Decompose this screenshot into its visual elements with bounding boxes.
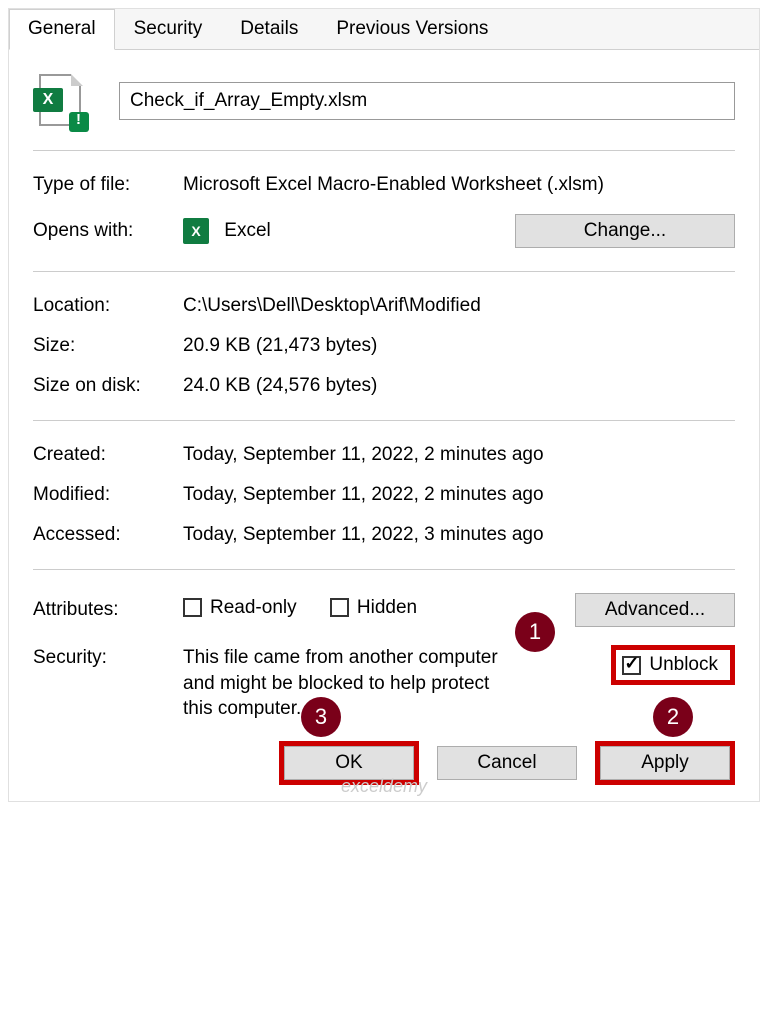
tab-previous-versions[interactable]: Previous Versions xyxy=(317,9,507,49)
readonly-label: Read-only xyxy=(210,597,297,619)
unblock-label: Unblock xyxy=(649,654,718,676)
modified-value: Today, September 11, 2022, 2 minutes ago xyxy=(183,484,735,506)
readonly-checkbox[interactable] xyxy=(183,598,202,617)
location-label: Location: xyxy=(33,295,183,317)
size-on-disk-label: Size on disk: xyxy=(33,375,183,397)
tab-strip: General Security Details Previous Versio… xyxy=(9,9,759,50)
cancel-button[interactable]: Cancel xyxy=(437,746,577,780)
size-on-disk-value: 24.0 KB (24,576 bytes) xyxy=(183,375,735,397)
type-of-file-label: Type of file: xyxy=(33,174,183,196)
excel-app-icon: X xyxy=(183,218,209,244)
tab-content: X Check_if_Array_Empty.xlsm Type of file… xyxy=(9,50,759,741)
size-value: 20.9 KB (21,473 bytes) xyxy=(183,335,735,357)
advanced-button[interactable]: Advanced... xyxy=(575,593,735,627)
modified-label: Modified: xyxy=(33,484,183,506)
type-of-file-value: Microsoft Excel Macro-Enabled Worksheet … xyxy=(183,174,735,196)
dialog-footer: 3 OK Cancel 2 Apply xyxy=(9,741,759,801)
annotation-badge-2: 2 xyxy=(653,697,693,737)
excel-file-icon: X xyxy=(33,72,91,130)
tab-general[interactable]: General xyxy=(9,9,115,50)
opens-with-app: Excel xyxy=(224,220,270,241)
accessed-label: Accessed: xyxy=(33,524,183,546)
opens-with-value: X Excel xyxy=(183,218,515,244)
properties-dialog: General Security Details Previous Versio… xyxy=(8,8,760,802)
change-button[interactable]: Change... xyxy=(515,214,735,248)
accessed-value: Today, September 11, 2022, 3 minutes ago xyxy=(183,524,735,546)
attributes-label: Attributes: xyxy=(33,599,183,621)
created-label: Created: xyxy=(33,444,183,466)
annotation-badge-1: 1 xyxy=(515,612,555,652)
size-label: Size: xyxy=(33,335,183,357)
annotation-badge-3: 3 xyxy=(301,697,341,737)
location-value: C:\Users\Dell\Desktop\Arif\Modified xyxy=(183,295,735,317)
apply-button[interactable]: Apply xyxy=(600,746,730,780)
created-value: Today, September 11, 2022, 2 minutes ago xyxy=(183,444,735,466)
unblock-checkbox[interactable] xyxy=(622,656,641,675)
ok-button[interactable]: OK xyxy=(284,746,414,780)
unblock-highlight: Unblock xyxy=(611,645,735,685)
tab-security[interactable]: Security xyxy=(115,9,222,49)
tab-details[interactable]: Details xyxy=(221,9,317,49)
filename-input[interactable]: Check_if_Array_Empty.xlsm xyxy=(119,82,735,120)
hidden-label: Hidden xyxy=(357,597,417,619)
ok-highlight: OK xyxy=(279,741,419,785)
opens-with-label: Opens with: xyxy=(33,220,183,242)
security-text: This file came from another computer and… xyxy=(183,645,513,722)
apply-highlight: Apply xyxy=(595,741,735,785)
security-label: Security: xyxy=(33,645,183,669)
hidden-checkbox[interactable] xyxy=(330,598,349,617)
